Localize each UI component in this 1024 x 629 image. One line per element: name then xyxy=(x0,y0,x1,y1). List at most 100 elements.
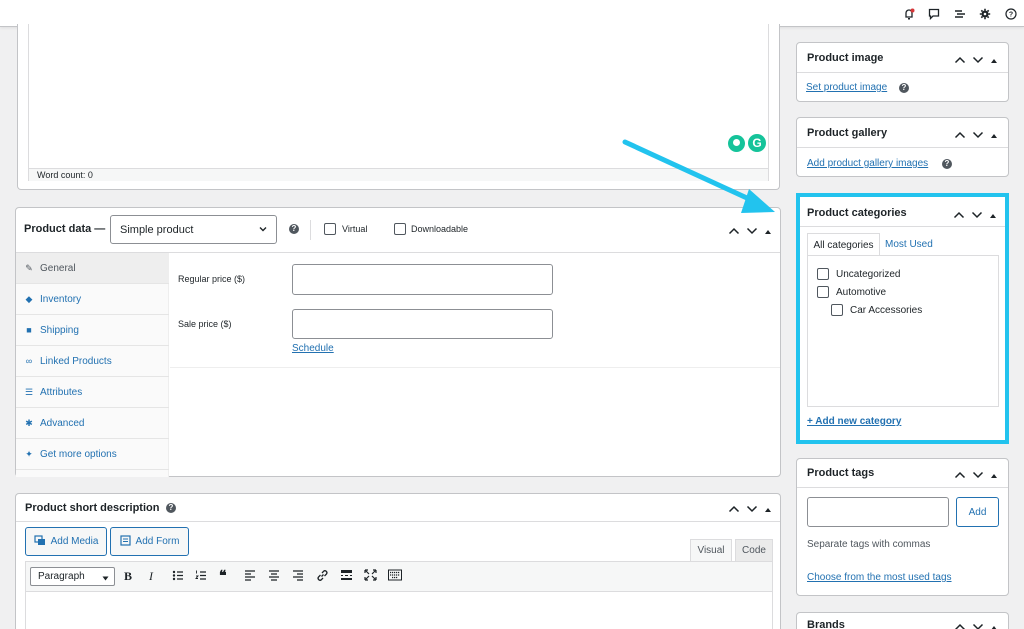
plugin-icon: ✦ xyxy=(25,448,33,459)
collapse-toggle-icon[interactable] xyxy=(764,225,772,237)
collapse-toggle-icon[interactable] xyxy=(990,54,998,66)
tab-label: Linked Products xyxy=(40,355,112,367)
top-toolbar: ? xyxy=(0,0,1024,27)
align-left-icon[interactable] xyxy=(244,569,256,584)
move-up-icon[interactable] xyxy=(954,621,966,629)
category-item[interactable]: Automotive xyxy=(817,286,886,298)
help-icon[interactable]: ? xyxy=(289,224,299,234)
tab-shipping[interactable]: ■ Shipping xyxy=(16,315,169,346)
move-down-icon[interactable] xyxy=(746,225,758,237)
align-center-icon[interactable] xyxy=(268,569,280,584)
product-data-panel: Product data — Simple product ? Virtual … xyxy=(15,207,781,477)
category-checkbox[interactable] xyxy=(817,286,829,298)
tab-label: Get more options xyxy=(40,448,117,460)
settings-gear-icon[interactable] xyxy=(977,6,993,22)
virtual-checkbox[interactable] xyxy=(324,223,336,235)
set-product-image-link[interactable]: Set product image xyxy=(806,82,887,93)
category-checkbox[interactable] xyxy=(817,268,829,280)
help-icon[interactable]: ? xyxy=(899,83,909,93)
numbered-list-icon[interactable] xyxy=(195,569,207,584)
collapse-toggle-icon[interactable] xyxy=(990,621,998,629)
product-image-header: Product image xyxy=(797,43,1008,73)
product-image-panel: Product image Set product image ? xyxy=(796,42,1009,102)
move-up-icon[interactable] xyxy=(954,129,966,141)
sale-price-label: Sale price ($) xyxy=(178,319,232,329)
category-item[interactable]: Uncategorized xyxy=(817,268,900,280)
tab-label: Attributes xyxy=(40,386,83,398)
bullet-list-icon[interactable] xyxy=(172,569,184,584)
add-gallery-images-link[interactable]: Add product gallery images xyxy=(807,158,928,169)
tab-attributes[interactable]: ☰ Attributes xyxy=(16,377,169,408)
regular-price-input[interactable] xyxy=(292,264,553,295)
tab-get-more-options[interactable]: ✦ Get more options xyxy=(16,439,169,470)
downloadable-checkbox[interactable] xyxy=(394,223,406,235)
collapse-toggle-icon[interactable] xyxy=(990,469,998,481)
collapse-toggle-icon[interactable] xyxy=(989,209,997,221)
svg-text:?: ? xyxy=(1009,12,1013,19)
tab-visual[interactable]: Visual xyxy=(690,539,732,561)
add-form-button[interactable]: Add Form xyxy=(110,527,189,556)
chevron-down-icon xyxy=(258,224,268,237)
short-description-textarea[interactable] xyxy=(25,592,773,629)
tab-most-used[interactable]: Most Used xyxy=(885,239,933,250)
add-form-label: Add Form xyxy=(135,536,180,547)
help-icon[interactable]: ? xyxy=(942,159,952,169)
help-icon[interactable]: ? xyxy=(166,503,176,513)
product-image-title: Product image xyxy=(807,52,884,64)
list-view-icon[interactable] xyxy=(952,6,968,22)
divider xyxy=(310,220,311,240)
form-icon xyxy=(119,534,131,549)
align-right-icon[interactable] xyxy=(292,569,304,584)
italic-icon[interactable]: I xyxy=(149,569,153,584)
move-down-icon[interactable] xyxy=(972,54,984,66)
tag-icon: ◆ xyxy=(25,293,33,304)
read-more-icon[interactable] xyxy=(340,569,353,584)
choose-most-used-tags-link[interactable]: Choose from the most used tags xyxy=(807,572,952,583)
bold-icon[interactable]: B xyxy=(124,569,132,584)
tab-linked-products[interactable]: ∞ Linked Products xyxy=(16,346,169,377)
tab-general[interactable]: ✎ General xyxy=(16,253,169,284)
tab-code[interactable]: Code xyxy=(735,539,773,561)
move-up-icon[interactable] xyxy=(954,54,966,66)
brands-panel: Brands xyxy=(796,612,1009,629)
move-up-icon[interactable] xyxy=(954,469,966,481)
move-up-icon[interactable] xyxy=(728,225,740,237)
move-down-icon[interactable] xyxy=(972,469,984,481)
product-type-select[interactable]: Simple product xyxy=(110,215,277,244)
format-select[interactable]: Paragraph xyxy=(30,567,115,586)
move-down-icon[interactable] xyxy=(972,129,984,141)
tab-inventory[interactable]: ◆ Inventory xyxy=(16,284,169,315)
category-checkbox[interactable] xyxy=(831,304,843,316)
move-down-icon[interactable] xyxy=(971,209,983,221)
collapse-toggle-icon[interactable] xyxy=(990,129,998,141)
move-up-icon[interactable] xyxy=(728,503,740,515)
insert-link-icon[interactable] xyxy=(316,569,329,585)
schedule-link[interactable]: Schedule xyxy=(292,343,334,354)
add-new-category-link[interactable]: + Add new category xyxy=(807,416,901,427)
bell-alert-icon[interactable] xyxy=(901,6,917,22)
move-down-icon[interactable] xyxy=(972,621,984,629)
panel-controls xyxy=(953,209,997,221)
help-icon[interactable]: ? xyxy=(1003,6,1019,22)
comment-icon[interactable] xyxy=(926,6,942,22)
product-gallery-panel: Product gallery Add product gallery imag… xyxy=(796,117,1009,177)
collapse-toggle-icon[interactable] xyxy=(764,503,772,515)
divider xyxy=(170,367,780,368)
sale-price-input[interactable] xyxy=(292,309,553,339)
brands-title: Brands xyxy=(807,619,845,629)
add-media-button[interactable]: Add Media xyxy=(25,527,107,556)
blockquote-icon[interactable]: ❝ xyxy=(219,568,227,582)
tab-advanced[interactable]: ✱ Advanced xyxy=(16,408,169,439)
fullscreen-icon[interactable] xyxy=(364,569,377,584)
category-item[interactable]: Car Accessories xyxy=(831,304,922,316)
move-down-icon[interactable] xyxy=(746,503,758,515)
tab-all-categories[interactable]: All categories xyxy=(807,233,880,256)
short-description-header: Product short description ? xyxy=(16,494,780,522)
product-categories-header: Product categories xyxy=(800,197,1005,227)
new-tag-input[interactable] xyxy=(807,497,949,527)
keyboard-icon[interactable] xyxy=(388,569,402,584)
short-description-title: Product short description xyxy=(25,502,160,514)
virtual-label: Virtual xyxy=(342,224,368,234)
add-tag-button[interactable]: Add xyxy=(956,497,999,527)
move-up-icon[interactable] xyxy=(953,209,965,221)
